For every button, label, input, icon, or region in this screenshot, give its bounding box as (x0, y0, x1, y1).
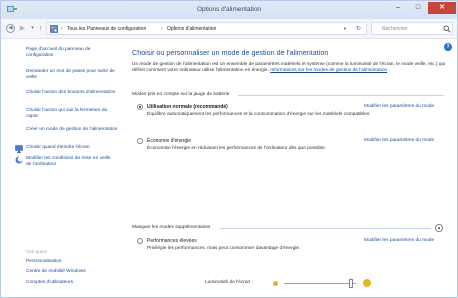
brightness-slider-thumb[interactable] (348, 279, 353, 288)
search-icon[interactable] (443, 25, 451, 33)
sidebar-link-lid-action[interactable]: Choisir l'action qui suit la fermeture d… (26, 108, 118, 120)
breadcrumb-power-options[interactable]: Options d'alimentation (167, 26, 216, 32)
plan-desc-power-saver: Économise l'énergie en réduisant les per… (147, 146, 327, 151)
brightness-high-icon (363, 279, 371, 287)
change-plan-settings-link-high-performance[interactable]: Modifier les paramètres du mode (364, 238, 434, 243)
plan-radio-high-performance[interactable] (137, 238, 143, 244)
breadcrumb-all-control-panel-items[interactable]: Tous les Panneaux de configuration (67, 26, 146, 32)
search-placeholder: Rechercher (382, 26, 408, 32)
plan-radio-power-saver[interactable] (137, 138, 143, 144)
address-history-chevron-down-icon[interactable]: ▼ (343, 26, 347, 31)
battery-plans-heading: Modes pris en compte sur la jauge de bat… (132, 92, 230, 97)
plan-desc-balanced: Équilibre automatiquement les performanc… (147, 112, 371, 117)
minimize-button[interactable]: – (388, 2, 408, 14)
maximize-button[interactable]: □ (408, 2, 428, 14)
sidebar-link-personalization[interactable]: Personnalisation (26, 259, 118, 265)
plan-name-power-saver[interactable]: Économie d'énergie (147, 138, 191, 144)
sidebar-link-create-plan[interactable]: Créer un mode de gestion de l'alimentati… (26, 127, 118, 133)
refresh-icon[interactable]: ↻ (356, 25, 361, 32)
address-field[interactable]: › Tous les Panneaux de configuration › O… (46, 22, 367, 35)
power-plans-info-link[interactable]: Informations sur les modes de gestion de… (270, 68, 387, 73)
section-divider (220, 228, 431, 229)
sidebar-icon-link-label: Choisir quand éteindre l'écran (26, 145, 90, 150)
sidebar-link-control-panel-home[interactable]: Page d'accueil du panneau de configurati… (26, 47, 118, 59)
sidebar-link-mobility-center[interactable]: Centre de mobilité Windows (26, 269, 118, 275)
sidebar-link-power-buttons[interactable]: Choisir l'action des boutons d'alimentat… (26, 90, 118, 96)
forward-button[interactable]: ▶ (18, 24, 27, 33)
page-title: Choisir ou personnaliser un mode de gest… (132, 48, 329, 57)
address-bar: ◀ ▶ ▾ ↑ › Tous les Panneaux de configura… (1, 19, 457, 39)
close-button[interactable]: ✕ (428, 2, 456, 14)
sidebar-link-sleep-settings[interactable]: Modifier les conditions de mise en veill… (15, 156, 117, 168)
breadcrumb-separator: › (61, 26, 63, 32)
brightness-label: Luminosité de l'écran : (205, 280, 253, 285)
search-field[interactable]: Rechercher (371, 22, 453, 35)
sleep-moon-icon (15, 156, 23, 164)
monitor-icon (15, 145, 23, 153)
breadcrumb-separator: › (161, 26, 163, 32)
see-also-heading: Voir aussi (26, 250, 47, 255)
section-divider (238, 95, 444, 96)
plan-radio-balanced[interactable] (137, 104, 143, 110)
control-panel-icon (50, 25, 58, 33)
sidebar-link-turn-off-display[interactable]: Choisir quand éteindre l'écran (15, 145, 117, 153)
change-plan-settings-link-power-saver[interactable]: Modifier les paramètres du mode (364, 138, 434, 143)
intro-text: Un mode de gestion de l'alimentation est… (132, 62, 448, 74)
sidebar-link-user-accounts[interactable]: Comptes d'utilisateurs (26, 280, 118, 286)
title-bar[interactable]: Options d'alimentation – □ ✕ (1, 1, 457, 19)
collapse-chevron-up-icon[interactable]: ▲ (435, 224, 443, 232)
change-plan-settings-link-balanced[interactable]: Modifier les paramètres du mode (364, 104, 434, 109)
plan-name-high-performance[interactable]: Performances élevées (147, 238, 197, 244)
hide-additional-plans-heading[interactable]: Masquer les modes supplémentaires (132, 225, 210, 230)
plan-desc-high-performance: Privilégie les performances, mais peut c… (147, 246, 301, 251)
sidebar-icon-link-label: Modifier les conditions de mise en veill… (26, 156, 111, 167)
brightness-low-icon (273, 281, 278, 286)
brightness-slider-track[interactable] (284, 283, 356, 284)
back-button[interactable]: ◀ (6, 24, 15, 33)
help-icon[interactable]: ? (444, 43, 452, 51)
up-button[interactable]: ↑ (36, 24, 45, 33)
sidebar-link-require-password[interactable]: Demander un mot de passe pour sortir de … (26, 69, 118, 81)
power-options-window: Options d'alimentation – □ ✕ ◀ ▶ ▾ ↑ › T… (0, 0, 458, 298)
plan-name-balanced[interactable]: Utilisation normale (recommandé) (147, 104, 228, 110)
